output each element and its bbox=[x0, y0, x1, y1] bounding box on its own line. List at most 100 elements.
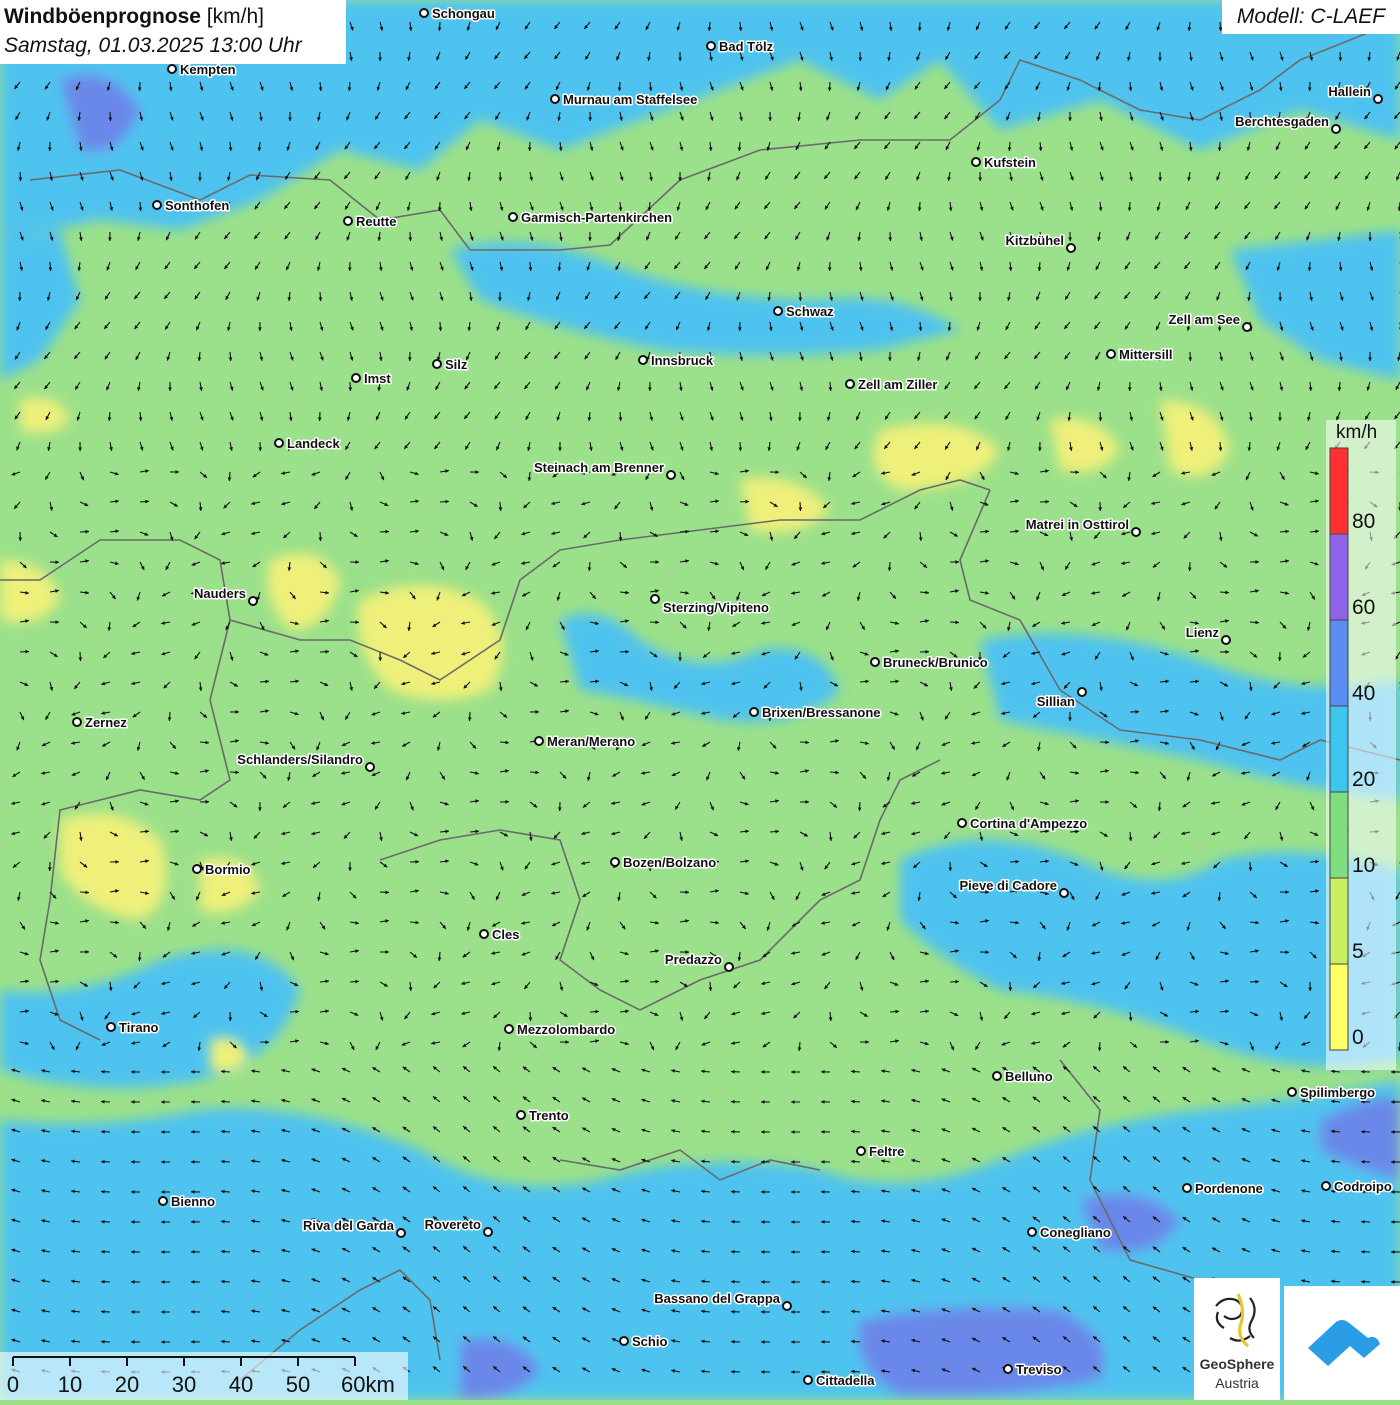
city-label: Pordenone bbox=[1195, 1181, 1263, 1196]
city-marker bbox=[725, 963, 733, 971]
geosphere-swirl-icon bbox=[1194, 1278, 1280, 1358]
mountain-logo-icon bbox=[1284, 1286, 1400, 1400]
city-marker bbox=[1222, 636, 1230, 644]
city-marker bbox=[344, 217, 352, 225]
city-label: Meran/Merano bbox=[547, 734, 635, 749]
legend-color-bin bbox=[1330, 620, 1348, 706]
city-label: Nauders bbox=[194, 586, 246, 601]
city-marker bbox=[517, 1111, 525, 1119]
city-marker bbox=[535, 737, 543, 745]
city-label: Bassano del Grappa bbox=[654, 1291, 780, 1306]
city-marker bbox=[1288, 1088, 1296, 1096]
city-label: Belluno bbox=[1005, 1069, 1053, 1084]
city-label: Hallein bbox=[1328, 84, 1371, 99]
legend-color-bin bbox=[1330, 534, 1348, 620]
logo-name: GeoSphere bbox=[1194, 1356, 1280, 1372]
city-label: Sillian bbox=[1037, 694, 1075, 709]
city-label: Kitzbühel bbox=[1006, 233, 1065, 248]
city-marker bbox=[480, 930, 488, 938]
city-marker bbox=[73, 718, 81, 726]
city-marker bbox=[958, 819, 966, 827]
city-label: Garmisch-Partenkirchen bbox=[521, 210, 672, 225]
scale-label: 40 bbox=[229, 1372, 253, 1397]
city-marker bbox=[275, 439, 283, 447]
city-marker bbox=[707, 42, 715, 50]
city-marker bbox=[1322, 1182, 1330, 1190]
secondary-logo bbox=[1284, 1286, 1400, 1400]
scale-label: 60km bbox=[341, 1372, 395, 1397]
city-label: Bienno bbox=[171, 1194, 215, 1209]
logo-sub: Austria bbox=[1194, 1375, 1280, 1391]
city-marker bbox=[168, 65, 176, 73]
city-label: Treviso bbox=[1016, 1362, 1062, 1377]
city-marker bbox=[551, 95, 559, 103]
city-marker bbox=[352, 374, 360, 382]
city-marker bbox=[484, 1228, 492, 1236]
map-title-bold: Windböenprognose bbox=[4, 5, 201, 28]
city-label: Landeck bbox=[287, 436, 341, 451]
city-label: Feltre bbox=[869, 1144, 904, 1159]
legend-tick-label: 80 bbox=[1352, 510, 1375, 533]
city-marker bbox=[433, 360, 441, 368]
city-label: Reutte bbox=[356, 214, 396, 229]
city-label: Bad Tölz bbox=[719, 39, 774, 54]
legend-color-bin bbox=[1330, 792, 1348, 878]
city-marker bbox=[857, 1147, 865, 1155]
city-label: Spilimbergo bbox=[1300, 1085, 1375, 1100]
city-label: Cortina d'Ampezzo bbox=[970, 816, 1087, 831]
city-marker bbox=[1332, 125, 1340, 133]
city-marker bbox=[1028, 1228, 1036, 1236]
city-marker bbox=[249, 597, 257, 605]
city-label: Trento bbox=[529, 1108, 569, 1123]
scale-bar: 0102030405060km bbox=[0, 1352, 408, 1400]
city-label: Rovereto bbox=[425, 1217, 481, 1232]
city-label: Innsbruck bbox=[651, 353, 714, 368]
city-marker bbox=[397, 1229, 405, 1237]
city-label: Steinach am Brenner bbox=[534, 460, 664, 475]
map-subtitle: Samstag, 01.03.2025 13:00 Uhr bbox=[4, 31, 342, 60]
legend-tick-label: 40 bbox=[1352, 682, 1375, 705]
city-label: Imst bbox=[364, 371, 391, 386]
legend-color-bin bbox=[1330, 878, 1348, 964]
geosphere-logo: GeoSphere Austria bbox=[1194, 1278, 1280, 1400]
city-label: Silz bbox=[445, 357, 468, 372]
city-marker bbox=[1067, 244, 1075, 252]
city-marker bbox=[420, 9, 428, 17]
legend-tick-label: 20 bbox=[1352, 768, 1375, 791]
city-label: Schwaz bbox=[786, 304, 834, 319]
city-marker bbox=[611, 858, 619, 866]
city-marker bbox=[153, 201, 161, 209]
city-label: Pieve di Cadore bbox=[959, 878, 1057, 893]
city-label: Sonthofen bbox=[165, 198, 229, 213]
city-marker bbox=[505, 1025, 513, 1033]
city-label: Zernez bbox=[85, 715, 127, 730]
city-label: Schlanders/Silandro bbox=[237, 752, 363, 767]
city-marker bbox=[1004, 1365, 1012, 1373]
scale-label: 0 bbox=[7, 1372, 19, 1397]
legend-tick-label: 5 bbox=[1352, 940, 1364, 963]
city-marker bbox=[107, 1023, 115, 1031]
city-label: Berchtesgaden bbox=[1235, 114, 1329, 129]
city-marker bbox=[1243, 323, 1251, 331]
city-marker bbox=[1107, 350, 1115, 358]
city-label: Schio bbox=[632, 1334, 667, 1349]
wind-gust-map[interactable]: SchongauBad TölzKemptenMurnau am Staffel… bbox=[0, 0, 1400, 1400]
city-marker bbox=[1374, 95, 1382, 103]
city-marker bbox=[366, 763, 374, 771]
city-label: Bormio bbox=[205, 862, 251, 877]
city-marker bbox=[1183, 1184, 1191, 1192]
city-label: Cles bbox=[492, 927, 519, 942]
city-marker bbox=[193, 865, 201, 873]
city-marker bbox=[667, 471, 675, 479]
city-marker bbox=[620, 1337, 628, 1345]
city-label: Murnau am Staffelsee bbox=[563, 92, 697, 107]
city-label: Matrei in Osttirol bbox=[1026, 517, 1129, 532]
city-label: Riva del Garda bbox=[303, 1218, 395, 1233]
city-label: Bozen/Bolzano bbox=[623, 855, 716, 870]
legend-tick-label: 10 bbox=[1352, 854, 1375, 877]
map-title-box: Windböenprognose [km/h] Samstag, 01.03.2… bbox=[0, 0, 346, 64]
city-marker bbox=[1132, 528, 1140, 536]
legend-tick-label: 60 bbox=[1352, 596, 1375, 619]
city-label: Kufstein bbox=[984, 155, 1036, 170]
city-marker bbox=[1060, 889, 1068, 897]
